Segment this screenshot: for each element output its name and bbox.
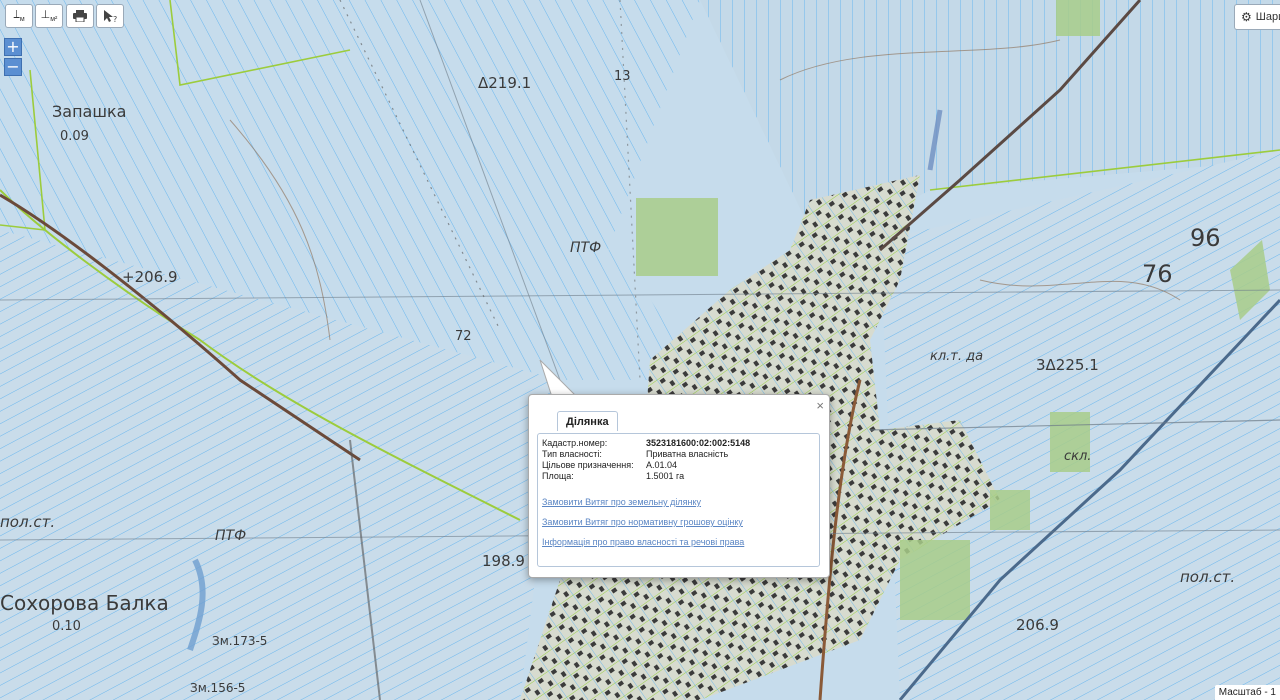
map-label-zapashka-val: 0.09 [60,129,89,144]
map-label-elev-206-right: 206.9 [1016,616,1059,634]
field-value: Приватна власність [646,449,729,459]
map-label-elev-225: 3Δ225.1 [1036,356,1099,374]
map-label-ptf-bottom: ПТФ [215,528,246,544]
parcel-popup: × Ділянка Кадастр.номер: 3523181600:02:0… [528,394,830,578]
popup-close-button[interactable]: × [816,398,824,413]
field-label: Площа: [542,471,574,481]
order-parcel-extract-link[interactable]: Замовити Витяг про земельну ділянку [542,497,815,507]
map-label-pol-st-right: пол.ст. [1180,568,1235,586]
field-value: 1.5001 га [646,471,685,481]
map-label-pol-st-left: пол.ст. [0,513,55,531]
measure-toolbar: ⟘м ⊥м² [5,4,63,28]
zoom-in-button[interactable]: + [4,38,22,56]
field-label: Тип власності: [542,449,602,459]
field-area: Площа: 1.5001 га [542,471,815,482]
print-button[interactable] [66,4,94,28]
svg-text:?: ? [113,15,117,23]
gear-icon: ⚙ [1241,10,1252,24]
field-cadastral-number: Кадастр.номер: 3523181600:02:002:5148 [542,438,815,449]
cursor-question-icon: ? [104,10,117,23]
ruler-area-icon: ⊥м² [40,9,58,24]
map-label-skl: скл. [1064,449,1091,464]
ownership-info-link[interactable]: Інформація про право власності та речові… [542,537,815,547]
map-label-ptf-top: ПТФ [570,240,601,256]
identify-button[interactable]: ? [96,4,124,28]
field-label: Цільове призначення: [542,460,634,470]
tab-parcel[interactable]: Ділянка [557,411,618,431]
measure-length-button[interactable]: ⟘м [5,4,33,28]
map-label-sokhorova: Сохорова Балка [0,591,169,615]
map-label-zm-173: Зм.173-5 [212,634,267,648]
scale-readout: Масштаб - 1 [1214,685,1280,700]
map-label-elev-219: Δ219.1 [478,74,531,92]
map-label-sokhorova-val: 0.10 [52,619,81,634]
field-value: 3523181600:02:002:5148 [646,438,751,448]
field-ownership-type: Тип власності: Приватна власність [542,449,815,460]
zoom-control: + − [4,38,22,76]
map-label-76: 76 [1142,260,1173,288]
map-label-zm-156: Зм.156-5 [190,681,245,695]
field-value: A.01.04 [646,460,678,470]
parcel-info-panel: Кадастр.номер: 3523181600:02:002:5148 Ти… [537,433,820,567]
map-label-elev-198: 198.9 [482,552,525,570]
measure-area-button[interactable]: ⊥м² [35,4,63,28]
map-label-kl-tr: кл.т. да [930,349,983,364]
print-icon [73,10,87,22]
field-label: Кадастр.номер: [542,438,608,448]
map-label-72: 72 [455,329,472,344]
map-canvas[interactable]: Запашка 0.09 Δ219.1 +206.9 ПТФ ПТФ 198.9… [0,0,1280,700]
zoom-out-button[interactable]: − [4,58,22,76]
tools-toolbar: ? [66,4,124,28]
ruler-length-icon: ⟘м [13,8,25,24]
map-label-96: 96 [1190,224,1221,252]
field-purpose: Цільове призначення: A.01.04 [542,460,815,471]
layers-button-label: Шари [1255,11,1280,23]
map-label-elev-206-left: +206.9 [122,268,178,286]
map-label-zapashka: Запашка [52,102,126,121]
map-label-13: 13 [614,69,631,84]
order-valuation-extract-link[interactable]: Замовити Витяг про нормативну грошову оц… [542,517,815,527]
layers-button[interactable]: ⚙ Шари [1234,4,1280,30]
popup-pointer [539,360,578,398]
